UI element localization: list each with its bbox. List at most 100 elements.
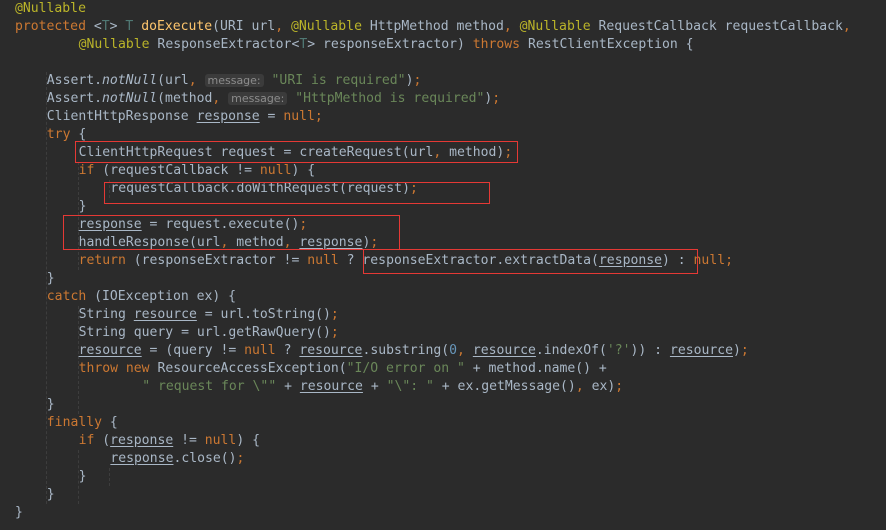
- code-token: +: [362, 379, 387, 394]
- code-token: + ex.getMessage(): [433, 379, 576, 394]
- code-token: }: [46, 487, 55, 502]
- code-token: ;: [725, 253, 733, 268]
- code-line: }: [47, 396, 55, 414]
- code-line: resource = (query != null ? resource.sub…: [79, 342, 749, 360]
- code-line: ClientHttpResponse response = null;: [47, 108, 323, 126]
- code-token: ;: [409, 181, 418, 196]
- code-token: <: [93, 19, 102, 34]
- code-token: HttpMethod method: [361, 19, 504, 34]
- code-token: (responseExtractor !=: [133, 253, 308, 268]
- code-token: (: [102, 433, 111, 448]
- code-token: Assert.: [46, 73, 102, 88]
- code-token: > responseExtractor): [307, 37, 473, 52]
- code-token: ;: [740, 343, 749, 358]
- code-token: (IOException ex) {: [94, 289, 237, 304]
- code-token: @Nullable: [519, 19, 591, 34]
- code-token: resource: [472, 343, 536, 358]
- code-token: }: [46, 397, 55, 412]
- code-token: ClientHttpRequest request = createReques…: [78, 145, 434, 160]
- code-line: if (response != null) {: [79, 432, 260, 450]
- code-token: ,: [212, 91, 229, 106]
- code-token: doExecute: [141, 19, 213, 34]
- code-token: null: [204, 433, 237, 448]
- code-token: ? responseExtractor.extractData(: [338, 253, 599, 268]
- code-token: }: [78, 469, 87, 484]
- code-token: response: [598, 253, 662, 268]
- code-token: {: [109, 415, 118, 430]
- code-line: @Nullable ResponseExtractor<T> responseE…: [79, 36, 694, 54]
- code-token: }: [46, 271, 55, 286]
- code-token: ClientHttpResponse: [46, 109, 197, 124]
- code-line: String query = url.getRawQuery();: [79, 324, 339, 342]
- code-token: RequestCallback requestCallback: [590, 19, 843, 34]
- code-token: ,: [433, 145, 450, 160]
- code-token: (url: [157, 73, 189, 88]
- code-token: ;: [370, 235, 379, 250]
- code-token: resource: [669, 343, 734, 358]
- code-line: }: [79, 468, 87, 486]
- code-token: ) {: [236, 433, 260, 448]
- code-line: requestCallback.doWithRequest(request);: [110, 180, 417, 198]
- code-line: " request for \"" + resource + "\": " + …: [142, 378, 623, 396]
- code-token: ;: [314, 109, 323, 124]
- code-token: resource: [299, 343, 363, 358]
- code-token: null: [259, 163, 292, 178]
- code-editor[interactable]: @Nullable protected <T> T doExecute(URI u…: [0, 0, 886, 530]
- code-token: handleResponse(url: [78, 235, 221, 250]
- code-line: response.close();: [110, 450, 244, 468]
- code-token: protected: [15, 19, 94, 34]
- code-token: throw new: [78, 361, 158, 376]
- code-token: = (query !=: [141, 343, 245, 358]
- code-token: return: [78, 253, 134, 268]
- code-token: T: [101, 19, 110, 34]
- parameter-hint: message:: [228, 92, 288, 105]
- code-token: ;: [504, 145, 513, 160]
- code-token: >: [109, 19, 126, 34]
- code-token: .substring(: [362, 343, 450, 358]
- code-line: ClientHttpRequest request = createReques…: [79, 144, 513, 162]
- code-token: ;: [492, 91, 501, 106]
- code-line: }: [79, 198, 87, 216]
- code-token: )) :: [630, 343, 670, 358]
- code-token: 0: [449, 343, 458, 358]
- code-token: notNull: [101, 73, 158, 88]
- code-token: ,: [275, 19, 291, 34]
- code-line: String resource = url.toString();: [79, 306, 339, 324]
- code-token: ;: [413, 73, 422, 88]
- code-token: ,: [503, 19, 520, 34]
- code-token: null: [693, 253, 726, 268]
- code-token: catch: [46, 289, 95, 304]
- code-token: .close(): [173, 451, 237, 466]
- code-token: ResponseExtractor<: [149, 37, 300, 52]
- code-token: }: [78, 199, 87, 214]
- code-token: ,: [457, 343, 473, 358]
- code-line: }: [47, 486, 55, 504]
- code-token: ;: [299, 217, 308, 232]
- code-token: (requestCallback !=: [102, 163, 260, 178]
- code-token: "HttpMethod is required": [295, 91, 485, 106]
- code-line: return (responseExtractor != null ? resp…: [79, 252, 733, 270]
- code-token: Assert.: [46, 91, 102, 106]
- code-token: ) :: [662, 253, 694, 268]
- code-line: Assert.notNull(url, message: "URI is req…: [47, 72, 422, 90]
- code-token: null: [307, 253, 339, 268]
- code-token: if: [78, 433, 103, 448]
- code-token: requestCallback.doWithRequest(request): [110, 181, 410, 196]
- code-token: String: [78, 307, 134, 322]
- code-token: method): [449, 145, 505, 160]
- code-token: ,: [575, 379, 592, 394]
- code-token: {: [78, 127, 87, 142]
- code-line: response = request.execute();: [79, 216, 308, 234]
- code-token: response: [78, 217, 142, 232]
- code-token: ,: [842, 19, 851, 34]
- code-token: ;: [236, 451, 245, 466]
- code-token: !=: [173, 433, 205, 448]
- code-token: response: [110, 451, 174, 466]
- code-line: Assert.notNull(method, message: "HttpMet…: [47, 90, 500, 108]
- code-token: @Nullable: [291, 19, 362, 34]
- indent-guide: [109, 468, 111, 486]
- parameter-hint: message:: [204, 74, 264, 87]
- code-token: "URI is required": [271, 73, 406, 88]
